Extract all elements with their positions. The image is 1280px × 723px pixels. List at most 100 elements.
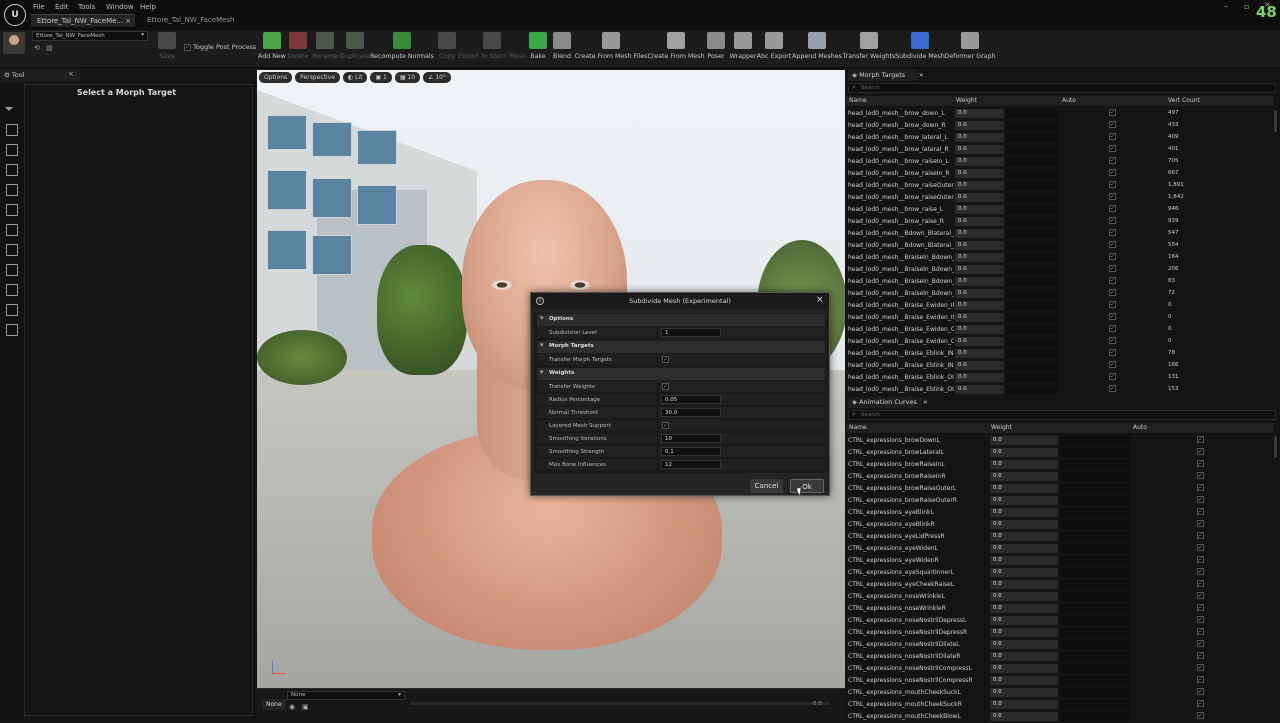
weight-slider[interactable] <box>1060 616 1130 625</box>
auto-checkbox[interactable]: ✓ <box>1109 109 1116 116</box>
auto-checkbox[interactable]: ✓ <box>1197 568 1204 575</box>
cancel-button[interactable]: Cancel <box>750 479 783 493</box>
weight-input[interactable]: 0.0 <box>955 277 1004 286</box>
column-name[interactable]: Name <box>849 424 867 431</box>
close-icon[interactable]: × <box>125 17 131 25</box>
select-arrow-icon[interactable] <box>4 102 14 112</box>
weight-input[interactable]: 0.0 <box>955 193 1004 202</box>
table-row[interactable]: head_lod0_mesh__Braise_Eblink_OUTL 0.0 ✓ 13… <box>846 372 1274 384</box>
table-row[interactable]: head_lod0_mesh__Bdown_Blateral_L 0.0 ✓ 547 <box>846 228 1274 240</box>
auto-checkbox[interactable]: ✓ <box>1197 436 1204 443</box>
smoothing-iterations-input[interactable]: 10 <box>661 434 721 443</box>
browse-icon[interactable]: ▤ <box>46 44 53 52</box>
table-row[interactable]: CTRL_expressions_noseNostrilCompressR 0.0… <box>846 675 1274 687</box>
auto-checkbox[interactable]: ✓ <box>1109 325 1116 332</box>
section-weights[interactable]: Weights <box>537 368 825 380</box>
table-row[interactable]: CTRL_expressions_noseNostrilDilateL 0.0 ✓ <box>846 639 1274 651</box>
table-row[interactable]: CTRL_expressions_browRaiseInL 0.0 ✓ <box>846 459 1274 471</box>
table-row[interactable]: CTRL_expressions_eyeSquintInnerL 0.0 ✓ <box>846 567 1274 579</box>
weight-slider[interactable] <box>1060 568 1130 577</box>
auto-checkbox[interactable]: ✓ <box>1197 592 1204 599</box>
weight-slider[interactable] <box>1006 229 1058 238</box>
table-row[interactable]: head_lod0_mesh__Braise_Ewiden_OUTR0.0 ✓ 0 <box>846 336 1274 348</box>
weight-input[interactable]: 0.0 <box>990 496 1058 505</box>
viewport-perspective-button[interactable]: Perspective <box>295 72 340 83</box>
ok-button[interactable]: Ok <box>790 479 824 493</box>
auto-checkbox[interactable]: ✓ <box>1109 373 1116 380</box>
auto-checkbox[interactable]: ✓ <box>1197 628 1204 635</box>
auto-checkbox[interactable]: ✓ <box>1109 289 1116 296</box>
viewport-options-button[interactable]: Options <box>259 72 293 83</box>
weight-input[interactable]: 0.0 <box>955 253 1004 262</box>
weight-slider[interactable] <box>1060 640 1130 649</box>
weight-slider[interactable] <box>1060 436 1130 445</box>
weight-input[interactable]: 0.0 <box>990 616 1058 625</box>
weight-input[interactable]: 0.0 <box>990 532 1058 541</box>
table-row[interactable]: head_lod0_mesh__brow_down_L 0.0 ✓ 497 <box>846 108 1274 120</box>
weight-slider[interactable] <box>1060 664 1130 673</box>
table-row[interactable]: head_lod0_mesh__Braise_Eblink_INL 0.0 ✓ 78 <box>846 348 1274 360</box>
weight-input[interactable]: 0.0 <box>990 700 1058 709</box>
table-row[interactable]: CTRL_expressions_noseWrinkleL 0.0 ✓ <box>846 591 1274 603</box>
table-row[interactable]: head_lod0_mesh__BraiseIn_Bdown_L2 0.0 ✓ 83 <box>846 276 1274 288</box>
table-row[interactable]: CTRL_expressions_browRaiseOuterR 0.0 ✓ <box>846 495 1274 507</box>
settings-icon[interactable] <box>6 324 18 336</box>
close-icon[interactable]: × <box>919 71 924 79</box>
weight-slider[interactable] <box>1006 313 1058 322</box>
menu-help[interactable]: Help <box>140 3 156 11</box>
toolbar-button-13[interactable]: Abc Export <box>754 32 794 60</box>
table-row[interactable]: head_lod0_mesh__brow_raiseOuter_L 0.0 ✓ 1,8… <box>846 180 1274 192</box>
weight-slider[interactable] <box>1060 460 1130 469</box>
auto-checkbox[interactable]: ✓ <box>1109 229 1116 236</box>
table-row[interactable]: head_lod0_mesh__Braise_Ewiden_INR 0.0 ✓ 0 <box>846 312 1274 324</box>
table-row[interactable]: CTRL_expressions_noseNostrilDepressR 0.0 ✓ <box>846 627 1274 639</box>
weight-slider[interactable] <box>1060 496 1130 505</box>
save-button[interactable]: Save <box>158 32 176 60</box>
tab-morph-targets[interactable]: ◈ Morph Targets × <box>848 70 924 81</box>
menu-file[interactable]: File <box>33 3 45 11</box>
weight-slider[interactable] <box>1006 337 1058 346</box>
table-row[interactable]: CTRL_expressions_mouthCheekSuckR 0.0 ✓ <box>846 699 1274 711</box>
auto-checkbox[interactable]: ✓ <box>1109 145 1116 152</box>
weight-input[interactable]: 0.0 <box>955 157 1004 166</box>
weight-slider[interactable] <box>1006 385 1058 394</box>
toolbar-button-14[interactable]: Append Meshes <box>792 32 842 60</box>
section-morph-targets[interactable]: Morph Targets <box>537 341 825 353</box>
weight-input[interactable]: 0.0 <box>955 313 1004 322</box>
auto-checkbox[interactable]: ✓ <box>1197 640 1204 647</box>
asset-select[interactable]: Ettore_Tal_NW_FaceMesh ▾ <box>32 31 148 41</box>
table-row[interactable]: head_lod0_mesh__Braise_Ewiden_OUTL0.0 ✓ 0 <box>846 324 1274 336</box>
weight-input[interactable]: 0.0 <box>990 592 1058 601</box>
toolbar-button-6[interactable]: Export To Static Mesh <box>458 32 526 60</box>
weight-input[interactable]: 0.0 <box>990 640 1058 649</box>
menu-window[interactable]: Window <box>106 3 134 11</box>
mask-icon[interactable] <box>6 264 18 276</box>
auto-checkbox[interactable]: ✓ <box>1197 580 1204 587</box>
weight-slider[interactable] <box>1060 484 1130 493</box>
weight-slider[interactable] <box>1060 580 1130 589</box>
table-row[interactable]: CTRL_expressions_eyeCheekRaiseL 0.0 ✓ <box>846 579 1274 591</box>
erase-icon[interactable] <box>6 304 18 316</box>
table-row[interactable]: CTRL_expressions_browRaiseOuterL 0.0 ✓ <box>846 483 1274 495</box>
weight-slider[interactable] <box>1060 532 1130 541</box>
auto-checkbox[interactable]: ✓ <box>1197 676 1204 683</box>
weight-input[interactable]: 0.0 <box>955 181 1004 190</box>
weight-slider[interactable] <box>1060 688 1130 697</box>
weight-slider[interactable] <box>1006 157 1058 166</box>
minimize-icon[interactable]: – <box>1224 2 1228 11</box>
weight-input[interactable]: 0.0 <box>955 337 1004 346</box>
viewport-lit-button[interactable]: ◐ Lit <box>342 72 368 83</box>
auto-checkbox[interactable]: ✓ <box>1109 253 1116 260</box>
weight-input[interactable]: 0.0 <box>990 556 1058 565</box>
weight-slider[interactable] <box>1006 277 1058 286</box>
auto-checkbox[interactable]: ✓ <box>1109 217 1116 224</box>
normal-threshold-input[interactable]: 30.0 <box>661 408 721 417</box>
auto-checkbox[interactable]: ✓ <box>1197 508 1204 515</box>
table-row[interactable]: CTRL_expressions_eyeWidenR 0.0 ✓ <box>846 555 1274 567</box>
toolbar-button-17[interactable]: Deformer Graph <box>944 32 996 60</box>
toolbar-button-15[interactable]: Transfer Weights <box>843 32 895 60</box>
weight-input[interactable]: 0.0 <box>955 109 1004 118</box>
pinch-icon[interactable] <box>6 204 18 216</box>
weight-input[interactable]: 0.0 <box>955 241 1004 250</box>
weight-input[interactable]: 0.0 <box>955 229 1004 238</box>
